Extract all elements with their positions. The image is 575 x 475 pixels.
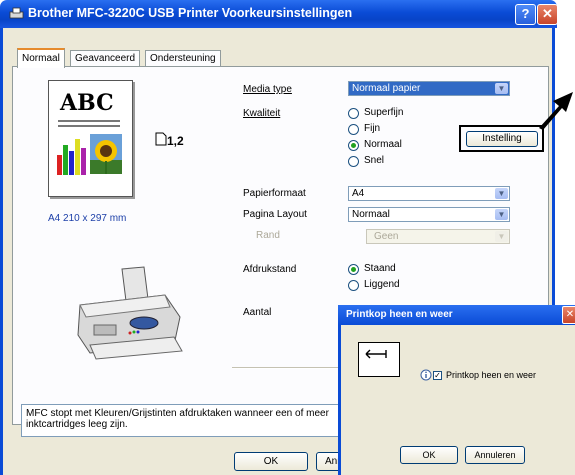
tab-geavanceerd[interactable]: Geavanceerd [70, 50, 141, 66]
media-type-label: Media type [243, 84, 292, 95]
printer-app-icon [9, 7, 24, 19]
window-title: Brother MFC-3220C USB Printer Voorkeursi… [28, 6, 353, 20]
status-message: MFC stopt met Kleuren/Grijstinten afdruk… [21, 404, 341, 437]
printer-preferences-window: Brother MFC-3220C USB Printer Voorkeursi… [0, 0, 575, 475]
sunflower-icon [90, 134, 122, 174]
media-type-value: Normaal papier [352, 83, 421, 94]
radio-superfijn[interactable] [348, 108, 359, 119]
tab-normaal[interactable]: Normaal [17, 48, 65, 68]
paper-size-text: A4 210 x 297 mm [48, 213, 127, 224]
dialog-close-button[interactable]: ✕ [562, 306, 575, 324]
radio-fijn[interactable] [348, 124, 359, 135]
afdrukstand-label: Afdrukstand [243, 264, 297, 275]
copies-indicator: 1,2 [167, 134, 184, 148]
rand-select: Geen ▼ [366, 229, 510, 244]
radio-liggend-label: Liggend [364, 279, 400, 290]
copies-page-icon [155, 132, 167, 146]
instelling-button[interactable]: Instelling [466, 131, 538, 147]
dialog-title: Printkop heen en weer [346, 309, 453, 320]
printkop-checkbox-label: Printkop heen en weer [446, 370, 537, 380]
ok-button[interactable]: OK [234, 452, 308, 471]
dialog-cancel-button[interactable]: Annuleren [465, 446, 525, 464]
papierformaat-label: Papierformaat [243, 188, 306, 199]
close-button[interactable]: ✕ [537, 4, 558, 25]
chevron-down-icon: ▼ [495, 83, 508, 94]
printhead-arrow-icon [365, 349, 387, 359]
dialog-ok-button[interactable]: OK [400, 446, 458, 464]
pagina-layout-select[interactable]: Normaal ▼ [348, 207, 510, 222]
rand-label: Rand [256, 230, 280, 241]
papierformaat-value: A4 [352, 188, 365, 199]
radio-normaal[interactable] [348, 140, 359, 151]
papierformaat-select[interactable]: A4 ▼ [348, 186, 510, 201]
radio-superfijn-label: Superfijn [364, 107, 404, 118]
radio-liggend[interactable] [348, 280, 359, 291]
preview-text-line [58, 120, 120, 122]
bar-chart-icon [57, 139, 86, 175]
preview-text-line [58, 125, 120, 127]
chevron-down-icon: ▼ [495, 231, 508, 242]
media-type-select[interactable]: Normaal papier ▼ [348, 81, 510, 96]
rand-value: Geen [374, 231, 399, 242]
radio-staand[interactable] [348, 264, 359, 275]
aantal-label: Aantal [243, 307, 272, 318]
radio-staand-label: Staand [364, 263, 396, 274]
preview-abc-text: ABC [60, 90, 114, 116]
tab-ondersteuning[interactable]: Ondersteuning [145, 50, 221, 66]
help-button[interactable]: ? [515, 4, 536, 25]
media-type-label-text: Media type [243, 84, 292, 95]
printkop-checkbox[interactable]: ✓ [433, 371, 442, 380]
radio-snel-label: Snel [364, 155, 385, 166]
chevron-down-icon: ▼ [495, 188, 508, 199]
chevron-down-icon: ▼ [495, 209, 508, 220]
kwaliteit-label: Kwaliteit [243, 108, 281, 119]
radio-fijn-label: Fijn [364, 123, 381, 134]
pagina-layout-value: Normaal [352, 209, 390, 220]
radio-normaal-label: Normaal [364, 139, 402, 150]
info-icon [420, 369, 432, 381]
printer-illustration [77, 266, 183, 360]
arrow-pointer-icon [539, 92, 573, 130]
radio-snel[interactable] [348, 156, 359, 167]
pagina-layout-label: Pagina Layout [243, 209, 307, 220]
